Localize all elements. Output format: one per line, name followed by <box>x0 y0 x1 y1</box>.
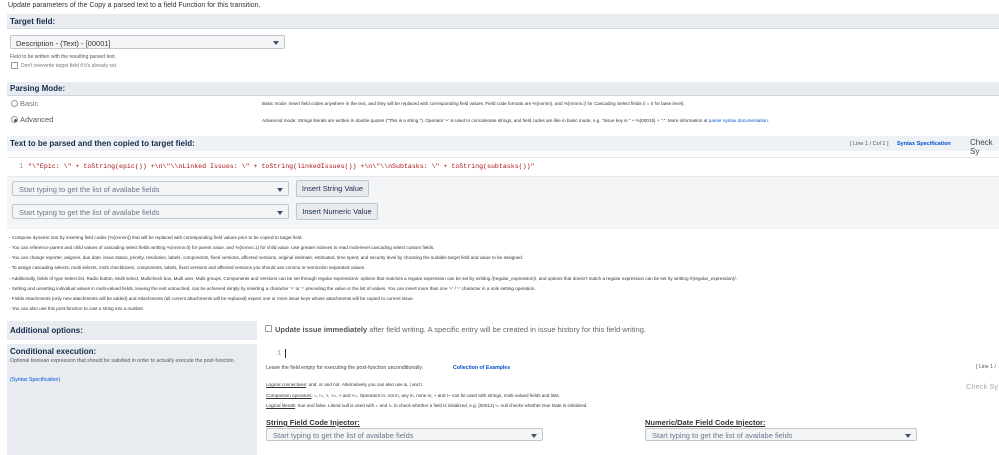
field-injector-select-2[interactable]: Start typing to get the list of availabe… <box>12 204 289 219</box>
chevron-down-icon <box>531 434 537 438</box>
condition-code-editor[interactable]: 1 <box>265 344 999 363</box>
advanced-label: Advanced <box>20 115 54 124</box>
line-col-indicator: [ Line 1 / Col 1 ] <box>850 141 889 147</box>
text-to-parse-title: Text to be parsed and then copied to tar… <box>10 139 195 148</box>
condition-check-syntax[interactable]: Check Sy <box>966 382 998 391</box>
note-4: - To assign cascading selects, multi sel… <box>9 265 366 270</box>
field-injector-placeholder-1: Start typing to get the list of availabe… <box>19 185 160 194</box>
leave-empty-note: Leave the field empty for executing the … <box>266 365 424 371</box>
comparison-operators-label: Comparison operators <box>266 393 312 398</box>
examples-link[interactable]: Collection of Examples <box>453 365 510 371</box>
logical-connectives-text: : and, or and not. Alternatively you can… <box>306 382 424 387</box>
text-cursor <box>285 349 286 358</box>
insert-numeric-button[interactable]: Insert Numeric Value <box>296 203 378 220</box>
update-immediately-rest: after field writing. A specific entry wi… <box>369 325 647 334</box>
field-injector-select-1[interactable]: Start typing to get the list of availabe… <box>12 181 289 196</box>
parser-syntax-link[interactable]: parser syntax documentation <box>709 118 768 123</box>
note-8: - You can also use this post-function to… <box>9 306 145 311</box>
numeric-injector-placeholder: Start typing to get the list of availabe… <box>652 431 793 440</box>
basic-radio[interactable] <box>11 100 18 107</box>
note-1: - Compose dynamic text by inserting fiel… <box>9 235 303 240</box>
condition-line-number: 1 <box>277 350 282 358</box>
update-immediately-checkbox[interactable] <box>265 325 272 332</box>
insert-string-button[interactable]: Insert String Value <box>296 180 369 197</box>
logical-literals-label: Logical literals <box>266 403 296 408</box>
target-field-select[interactable]: Description - (Text) - [00001] <box>10 35 285 49</box>
additional-options-title: Additional options: <box>10 326 83 335</box>
conditional-syntax-link[interactable]: (Syntax Specification) <box>10 377 60 383</box>
update-immediately-label: Update issue immediately after field wri… <box>275 325 646 334</box>
numeric-injector-label: Numeric/Date Field Code Injector: <box>645 418 766 427</box>
chevron-down-icon <box>277 188 283 192</box>
additional-options-header: Additional options: <box>7 321 257 340</box>
conditional-execution-panel: Conditional execution: Optional boolean … <box>7 344 257 455</box>
parsing-mode-header: Parsing Mode: <box>7 82 999 96</box>
logical-literals-line: Logical literals: true and false. Litera… <box>266 403 588 408</box>
advanced-radio[interactable] <box>11 116 18 123</box>
parse-code-editor[interactable]: 1 "\"Epic: \" + toString(epic()) +\n\"\\… <box>7 157 999 177</box>
comparison-operators-text: : =, !=, >, >=, < and <=. Operators in, … <box>311 393 560 398</box>
condition-line-indicator: [ Line 1 / <box>976 364 996 370</box>
check-syntax-button[interactable]: Check Sy <box>970 138 999 156</box>
logical-connectives-line: Logical connectives: and, or and not. Al… <box>266 382 423 387</box>
string-injector-label: String Field Code Injector: <box>266 418 360 427</box>
numeric-injector-select[interactable]: Start typing to get the list of availabe… <box>645 428 917 441</box>
note-7: - Fields Attachments (only new attachmen… <box>9 296 414 301</box>
target-field-title: Target field: <box>10 17 56 26</box>
logical-literals-text: : true and false. Literal null is used w… <box>295 403 588 408</box>
chevron-down-icon <box>905 434 911 438</box>
text-to-parse-header: Text to be parsed and then copied to tar… <box>7 136 999 156</box>
note-2: - You can reference parent and child val… <box>9 245 435 250</box>
chevron-down-icon <box>273 41 279 45</box>
string-injector-placeholder: Start typing to get the list of availabe… <box>273 431 414 440</box>
advanced-description-end: . <box>767 118 770 123</box>
advanced-description-text: Advanced mode: Strings literals are writ… <box>262 118 708 123</box>
note-3: - You can change reporter, asignee, due … <box>9 255 524 260</box>
page-intro: Update parameters of the Copy a parsed t… <box>8 2 261 9</box>
conditional-execution-title: Conditional execution: <box>10 347 97 356</box>
update-immediately-bold: Update issue immediately <box>275 325 368 334</box>
target-field-value: Description - (Text) - [00001] <box>16 39 111 48</box>
note-6: - Setting and unsetting individual value… <box>9 286 536 291</box>
comparison-operators-line: Comparison operators: =, !=, >, >=, < an… <box>266 393 560 398</box>
dont-overwrite-checkbox[interactable] <box>11 62 18 69</box>
parsing-mode-title: Parsing Mode: <box>10 84 66 93</box>
conditional-description: Optional boolean expression that should … <box>10 358 235 364</box>
syntax-spec-link[interactable]: Syntax Specification <box>897 141 951 147</box>
target-field-help: Field to be written with the resulting p… <box>10 54 116 60</box>
dont-overwrite-label: Don't overwrite target field if it's alr… <box>21 63 118 69</box>
note-5: - Additionally, fields of type Select li… <box>9 276 738 281</box>
string-injector-select[interactable]: Start typing to get the list of availabe… <box>266 428 543 441</box>
logical-connectives-label: Logical connectives <box>266 382 307 387</box>
line-number: 1 <box>19 163 24 171</box>
target-field-header: Target field: <box>7 14 999 29</box>
chevron-down-icon <box>277 211 283 215</box>
parse-expression: "\"Epic: \" + toString(epic()) +\n\"\\nL… <box>28 163 535 170</box>
basic-description: Basic mode: Insert field codes anywhere … <box>262 101 685 106</box>
basic-label: Basic <box>20 99 39 108</box>
field-injector-placeholder-2: Start typing to get the list of availabe… <box>19 208 160 217</box>
advanced-description: Advanced mode: Strings literals are writ… <box>262 118 999 123</box>
